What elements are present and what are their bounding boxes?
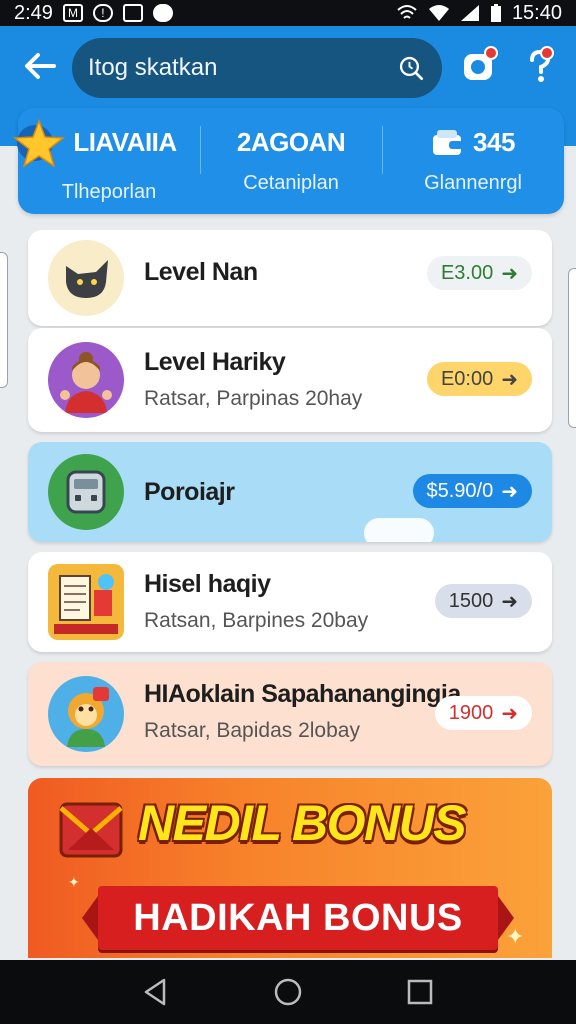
arrow-right-icon: ➜ [501,480,518,503]
item-subtitle: Ratsan, Barpines 20bay [144,609,369,632]
price-button[interactable]: E0:00 ➜ [426,362,532,396]
arrow-right-icon: ➜ [501,590,518,613]
arrow-right-icon: ➜ [501,262,518,285]
battery-icon [490,4,501,22]
signal-icon [460,5,479,21]
stat-1-label: Tlheporlan [61,180,157,203]
item-text: Hisel haqiy Ratsan, Barpines 20bay [144,570,368,633]
price-label: 1900 [448,701,494,724]
left-edge-handle[interactable] [0,252,8,388]
item-title: HIAoklain Sapahanangingja [144,680,461,708]
recents-square-icon[interactable] [404,976,436,1008]
wallet-icon [433,129,464,155]
search-icon[interactable] [398,51,424,85]
list-item[interactable]: Hisel haqiy Ratsan, Barpines 20bay 1500 … [28,552,552,652]
cloud-decoration [364,518,434,542]
list-item[interactable]: Level Hariky Ratsar, Parpinas 20hay E0:0… [28,328,552,432]
price-button[interactable]: E3.00 ➜ [426,256,532,290]
item-text: Level Nan [144,258,258,287]
stat-3[interactable]: 345 Glannenrgl [382,108,564,214]
home-circle-icon[interactable] [272,976,304,1008]
stat-3-label: Glannenrgl [424,172,522,194]
price-button[interactable]: 1900 ➜ [434,696,532,730]
list-item[interactable]: Poroiajr $5.90/0 ➜ [28,442,552,542]
wifi-icon [428,5,449,21]
gmail-icon: M [62,4,83,22]
status-bar: 2:49 M ! 15:40 [0,0,576,26]
chat-notification-icon [152,4,173,22]
status-right: 15:40 [396,2,562,25]
notification-button[interactable] [460,46,498,84]
bonus-ribbon-label: HADIKAH BONUS [133,896,463,939]
price-label: E3.00 [440,261,494,284]
item-text: Level Hariky Ratsar, Parpinas 20hay [144,348,362,411]
bonus-ribbon-button[interactable]: HADIKAH BONUS [82,886,514,950]
stats-card: LIAVAIIA Tlheporlan 2AGOAN Cetaniplan 34… [13,108,564,214]
arrow-right-icon: ➜ [501,702,518,725]
status-time-right: 15:40 [511,1,562,24]
bonus-banner[interactable]: NEDIL BONUS ✦ ✦ HADIKAH BONUS [28,778,552,958]
stat-1[interactable]: LIAVAIIA Tlheporlan [13,108,200,214]
monkey-avatar-icon [48,676,124,752]
sparkle-icon: ✦ [68,874,80,890]
right-edge-handle[interactable] [568,268,576,428]
back-triangle-icon[interactable] [140,976,172,1008]
item-subtitle: Ratsar, Bapidas 2lobay [144,719,360,742]
wifi-calling-icon [397,5,417,19]
help-button[interactable] [524,46,554,84]
item-title: Hisel haqiy [144,570,271,598]
status-time-left: 2:49 [14,1,53,24]
price-label: $5.90/0 [426,479,494,502]
star-logo-icon [13,118,66,167]
back-arrow-icon[interactable] [22,48,58,84]
price-button[interactable]: 1500 ➜ [434,584,532,618]
clock-notification-icon: ! [92,4,113,22]
price-label: 1500 [448,589,494,612]
arrow-right-icon: ➜ [501,368,518,391]
stat-1-value-row: LIAVAIIA [13,118,177,167]
item-title: Level Hariky [144,348,286,376]
notification-badge [484,46,498,60]
item-title: Poroiajr [144,478,235,506]
stat-2-value-row: 2AGOAN [236,127,346,158]
price-label: E0:00 [440,367,494,390]
stat-3-value-row: 345 [431,127,515,158]
device-avatar-icon [48,454,124,530]
item-text: Poroiajr [144,478,235,507]
item-title: Level Nan [144,258,258,286]
stat-2-value: 2AGOAN [236,127,346,157]
search-input[interactable] [88,54,398,82]
system-nav-bar [0,960,576,1024]
bonus-title: NEDIL BONUS [138,795,467,851]
item-text: HIAoklain Sapahanangingja Ratsar, Bapida… [144,680,461,743]
person-avatar-icon [48,342,124,418]
cat-avatar-icon [48,240,124,316]
price-button[interactable]: $5.90/0 ➜ [412,474,532,508]
status-left: 2:49 M ! [14,2,173,25]
list-item[interactable]: Level Nan E3.00 ➜ [28,230,552,326]
item-subtitle: Ratsar, Parpinas 20hay [144,387,363,410]
stat-2[interactable]: 2AGOAN Cetaniplan [200,108,382,214]
stat-3-value: 345 [473,127,515,157]
stat-2-label: Cetaniplan [243,172,339,194]
list-item[interactable]: HIAoklain Sapahanangingja Ratsar, Bapida… [28,662,552,766]
image-notification-icon [122,4,143,22]
stat-1-value: LIAVAIIA [73,127,177,157]
search-bar[interactable] [72,38,442,98]
help-badge [540,46,554,60]
books-avatar-icon [48,564,124,640]
red-envelope-icon [59,802,123,858]
